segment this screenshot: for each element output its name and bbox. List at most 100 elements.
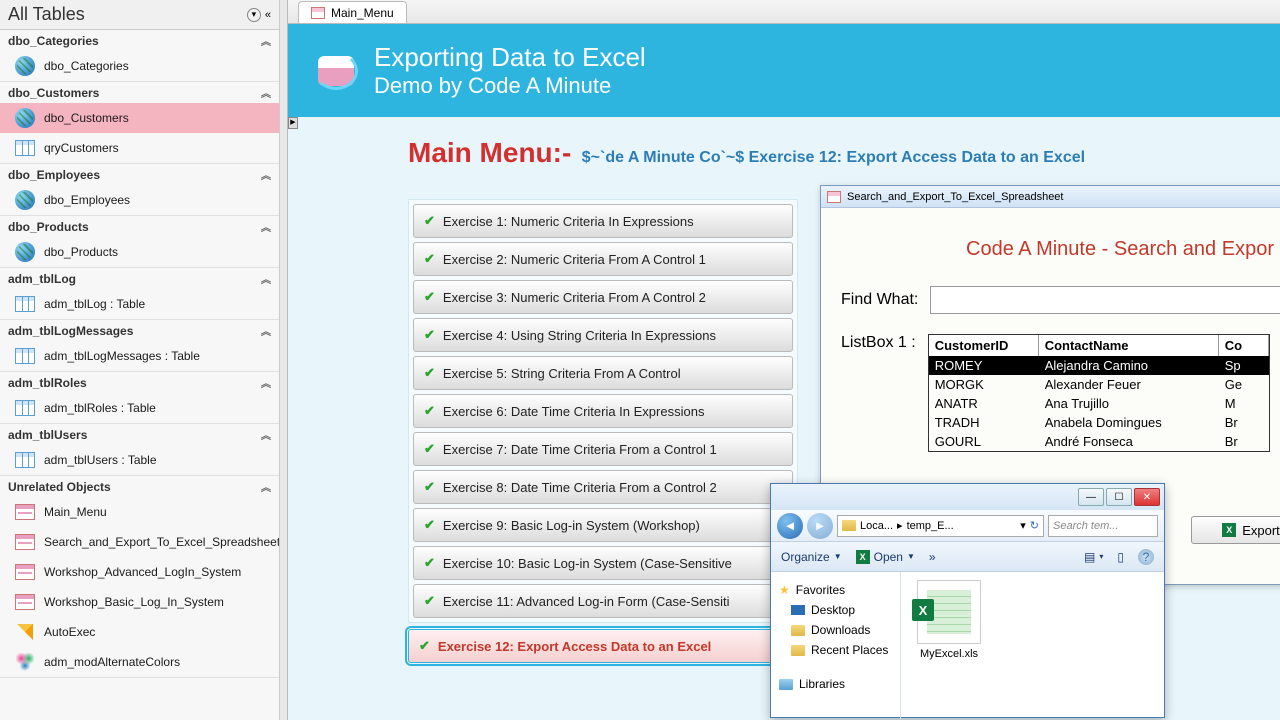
listbox-row[interactable]: ROMEYAlejandra CaminoSp bbox=[929, 356, 1269, 375]
address-bar[interactable]: Loca... ▸ temp_E... ▾ ↻ bbox=[837, 515, 1044, 537]
nav-item[interactable]: adm_tblRoles : Table bbox=[0, 393, 279, 423]
nav-item[interactable]: AutoExec bbox=[0, 617, 279, 647]
exercise-button[interactable]: ✔ Exercise 7: Date Time Criteria From a C… bbox=[413, 432, 793, 466]
check-icon: ✔ bbox=[424, 289, 435, 305]
preview-pane-icon[interactable]: ▯ bbox=[1117, 550, 1124, 564]
exercise-label: Exercise 4: Using String Criteria In Exp… bbox=[443, 328, 716, 343]
view-options-icon[interactable]: ▤ ▾ bbox=[1084, 550, 1103, 564]
exercise-button[interactable]: ✔Exercise 3: Numeric Criteria From A Con… bbox=[413, 280, 793, 314]
exercise-button[interactable]: ✔Exercise 2: Numeric Criteria From A Con… bbox=[413, 242, 793, 276]
exercise-button[interactable]: ✔Exercise 10: Basic Log-in System (Case-… bbox=[413, 546, 793, 580]
explorer-search-input[interactable]: Search tem... bbox=[1048, 515, 1158, 537]
sidebar-libraries[interactable]: Libraries bbox=[775, 674, 896, 694]
nav-group-header[interactable]: Unrelated Objects︽ bbox=[0, 476, 279, 497]
nav-group-header[interactable]: dbo_Products︽ bbox=[0, 216, 279, 237]
check-icon: ✔ bbox=[424, 441, 435, 457]
nav-item-label: adm_tblRoles : Table bbox=[44, 401, 156, 415]
record-selector-handle[interactable]: ▶ bbox=[288, 117, 298, 129]
exercise-label: Exercise 10: Basic Log-in System (Case-S… bbox=[443, 556, 732, 571]
nav-item[interactable]: Main_Menu bbox=[0, 497, 279, 527]
help-icon[interactable]: ? bbox=[1138, 549, 1154, 565]
address-dropdown-icon[interactable]: ▾ bbox=[1020, 519, 1026, 532]
exercise-button[interactable]: ✔Exercise 11: Advanced Log-in Form (Case… bbox=[413, 584, 793, 618]
chevron-up-icon: ︽ bbox=[261, 167, 271, 182]
tab-strip: Main_Menu bbox=[288, 0, 1280, 24]
minimize-button[interactable]: — bbox=[1078, 488, 1104, 506]
nav-group-header[interactable]: adm_tblRoles︽ bbox=[0, 372, 279, 393]
nav-group-header[interactable]: dbo_Employees︽ bbox=[0, 164, 279, 185]
form-icon bbox=[14, 531, 36, 553]
nav-item[interactable]: adm_modAlternateColors bbox=[0, 647, 279, 677]
file-item-myexcel[interactable]: X MyExcel.xls bbox=[909, 580, 989, 660]
tab-main-menu[interactable]: Main_Menu bbox=[298, 1, 407, 23]
nav-item[interactable]: qryCustomers bbox=[0, 133, 279, 163]
back-button[interactable]: ◄ bbox=[777, 513, 803, 539]
nav-item[interactable]: Workshop_Advanced_LogIn_System bbox=[0, 557, 279, 587]
organize-menu[interactable]: Organize ▼ bbox=[781, 550, 842, 564]
nav-item[interactable]: adm_tblLog : Table bbox=[0, 289, 279, 319]
exercise-button[interactable]: ✔Exercise 4: Using String Criteria In Ex… bbox=[413, 318, 793, 352]
sidebar-downloads[interactable]: Downloads bbox=[775, 620, 896, 640]
exercise-button[interactable]: ✔Exercise 6: Date Time Criteria In Expre… bbox=[413, 394, 793, 428]
explorer-titlebar[interactable]: — ☐ ✕ bbox=[771, 484, 1164, 510]
sidebar-desktop[interactable]: Desktop bbox=[775, 600, 896, 620]
nav-item[interactable]: dbo_Employees bbox=[0, 185, 279, 215]
exercise-label: Exercise 7: Date Time Criteria From a Co… bbox=[443, 442, 717, 457]
listbox-row[interactable]: MORGKAlexander FeuerGe bbox=[929, 375, 1269, 394]
exercise-button-active[interactable]: ✔Exercise 12: Export Access Data to an E… bbox=[408, 629, 798, 663]
explorer-file-pane[interactable]: X MyExcel.xls bbox=[901, 572, 1164, 719]
nav-group-header[interactable]: adm_tblLog︽ bbox=[0, 268, 279, 289]
form-icon bbox=[14, 591, 36, 613]
nav-item-label: Search_and_Export_To_Excel_Spreadsheet bbox=[44, 535, 280, 549]
nav-title: All Tables bbox=[8, 4, 247, 25]
exercise-button[interactable]: ✔Exercise 8: Date Time Criteria From a C… bbox=[413, 470, 793, 504]
breadcrumb-separator: ▸ bbox=[897, 519, 903, 532]
listbox-row[interactable]: GOURLAndré FonsecaBr bbox=[929, 432, 1269, 451]
exercise-button[interactable]: ✔Exercise 5: String Criteria From A Cont… bbox=[413, 356, 793, 390]
refresh-icon[interactable]: ↻ bbox=[1030, 519, 1039, 532]
nav-group-header[interactable]: dbo_Customers︽ bbox=[0, 82, 279, 103]
nav-item[interactable]: Workshop_Basic_Log_In_System bbox=[0, 587, 279, 617]
close-button[interactable]: ✕ bbox=[1134, 488, 1160, 506]
nav-group-header[interactable]: dbo_Categories︽ bbox=[0, 30, 279, 51]
table-blue-icon bbox=[14, 137, 36, 159]
nav-group-header[interactable]: adm_tblUsers︽ bbox=[0, 424, 279, 445]
nav-item[interactable]: adm_tblLogMessages : Table bbox=[0, 341, 279, 371]
vertical-splitter[interactable] bbox=[280, 0, 288, 720]
open-menu[interactable]: X Open ▼ bbox=[856, 550, 915, 564]
main-menu-heading: Main Menu:- bbox=[408, 137, 571, 168]
subform-title-text: Search_and_Export_To_Excel_Spreadsheet bbox=[847, 191, 1063, 203]
subform-titlebar[interactable]: Search_and_Export_To_Excel_Spreadsheet bbox=[821, 186, 1280, 208]
breadcrumb-part[interactable]: temp_E... bbox=[907, 520, 954, 532]
globe-icon bbox=[14, 55, 36, 77]
forward-button[interactable]: ► bbox=[807, 513, 833, 539]
nav-item[interactable]: dbo_Products bbox=[0, 237, 279, 267]
export-button[interactable]: X Export bbox=[1191, 516, 1280, 544]
listbox-customers[interactable]: CustomerID ContactName Co ROMEYAlejandra… bbox=[928, 334, 1270, 452]
nav-item-label: dbo_Customers bbox=[44, 111, 129, 125]
nav-item-label: adm_tblLogMessages : Table bbox=[44, 349, 200, 363]
more-menu[interactable]: » bbox=[929, 550, 936, 564]
maximize-button[interactable]: ☐ bbox=[1106, 488, 1132, 506]
nav-item[interactable]: dbo_Customers bbox=[0, 103, 279, 133]
file-name: MyExcel.xls bbox=[909, 648, 989, 660]
nav-group-header[interactable]: adm_tblLogMessages︽ bbox=[0, 320, 279, 341]
nav-item-label: dbo_Categories bbox=[44, 59, 129, 73]
file-thumbnail: X bbox=[917, 580, 981, 644]
listbox-row[interactable]: TRADHAnabela DominguesBr bbox=[929, 413, 1269, 432]
nav-dropdown-icon[interactable]: ▾ bbox=[247, 8, 261, 22]
nav-item[interactable]: Search_and_Export_To_Excel_Spreadsheet bbox=[0, 527, 279, 557]
nav-item[interactable]: dbo_Categories bbox=[0, 51, 279, 81]
listbox-row[interactable]: ANATRAna TrujilloM bbox=[929, 394, 1269, 413]
nav-item[interactable]: adm_tblUsers : Table bbox=[0, 445, 279, 475]
sidebar-favorites[interactable]: ★Favorites bbox=[775, 580, 896, 600]
breadcrumb-part[interactable]: Loca... bbox=[860, 520, 893, 532]
sidebar-recent-places[interactable]: Recent Places bbox=[775, 640, 896, 660]
form-header-banner: Exporting Data to Excel Demo by Code A M… bbox=[288, 24, 1280, 117]
banner-subtitle: Demo by Code A Minute bbox=[374, 73, 646, 99]
nav-collapse-icon[interactable]: « bbox=[265, 9, 271, 21]
check-icon: ✔ bbox=[424, 479, 435, 495]
exercise-button[interactable]: ✔Exercise 9: Basic Log-in System (Worksh… bbox=[413, 508, 793, 542]
exercise-button[interactable]: ✔Exercise 1: Numeric Criteria In Express… bbox=[413, 204, 793, 238]
find-what-input[interactable] bbox=[930, 286, 1280, 314]
